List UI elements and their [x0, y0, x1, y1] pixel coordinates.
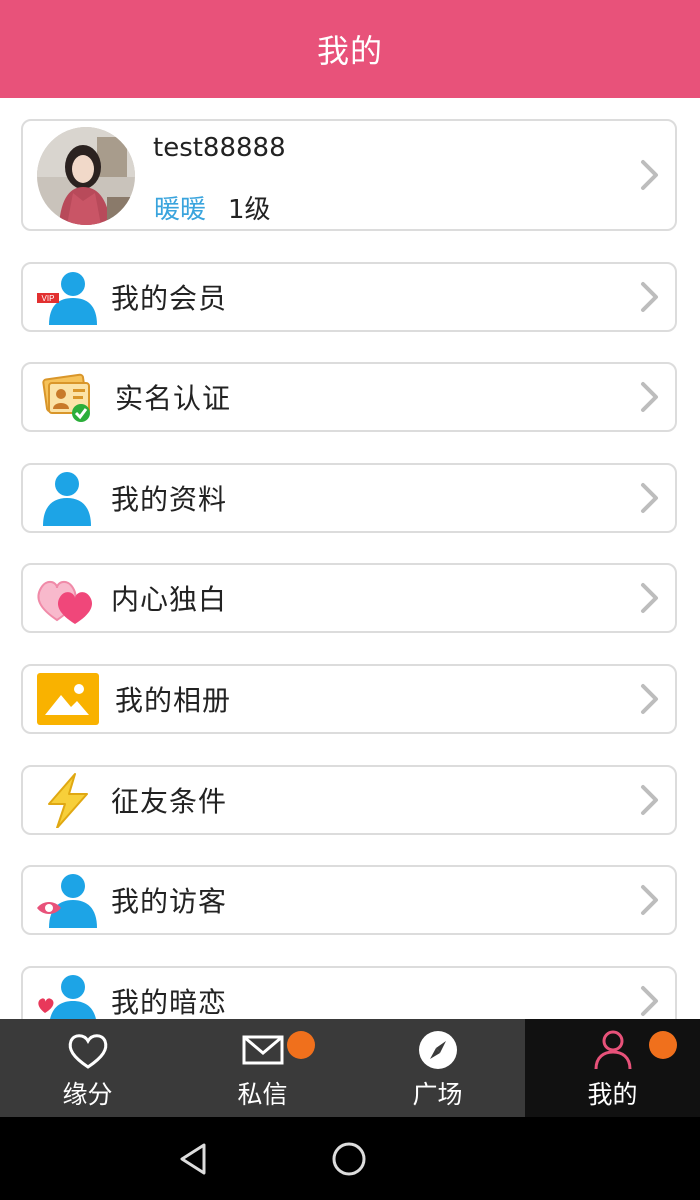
tab-label: 缘分 — [62, 1080, 113, 1109]
notification-badge — [287, 1031, 315, 1059]
menu-item-profile[interactable]: 我的资料 — [21, 463, 677, 533]
menu-item-id-verify[interactable]: 实名认证 — [21, 362, 677, 432]
menu-label: 实名认证 — [115, 382, 232, 415]
menu-item-partner-criteria[interactable]: 征友条件 — [21, 765, 677, 835]
menu-label: 我的资料 — [111, 483, 228, 516]
bottom-tab-bar: 缘分 私信 广场 我的 — [0, 1019, 700, 1117]
person-icon — [594, 1030, 631, 1070]
chevron-right-icon — [641, 986, 658, 1016]
menu-label: 征友条件 — [111, 785, 228, 818]
tab-label: 广场 — [412, 1080, 463, 1109]
menu-item-album[interactable]: 我的相册 — [21, 664, 677, 734]
nickname[interactable]: 暖暖 — [154, 189, 206, 226]
app-header: 我的 — [0, 0, 700, 98]
hearts-icon — [37, 581, 93, 624]
menu-label: 我的访客 — [111, 885, 228, 918]
user-level: 1级 — [228, 195, 271, 225]
lightning-icon — [48, 773, 88, 828]
svg-text:VIP: VIP — [42, 294, 55, 303]
mail-icon — [242, 1035, 283, 1065]
chevron-right-icon — [641, 583, 658, 613]
menu-label: 内心独白 — [111, 583, 228, 616]
menu-label: 我的相册 — [115, 684, 232, 717]
menu-label: 我的会员 — [111, 282, 228, 315]
profile-card[interactable]: test88888 暖暖 1级 — [21, 119, 677, 231]
notification-badge — [649, 1031, 677, 1059]
username: test88888 — [153, 133, 286, 163]
heart-outline-icon — [68, 1034, 107, 1069]
vip-user-icon: VIP — [37, 272, 97, 325]
content-area[interactable]: test88888 暖暖 1级 VIP 我的会员 实名认证 我的资料 内心独白 … — [0, 98, 700, 1019]
chevron-right-icon — [641, 885, 658, 915]
chevron-right-icon — [641, 282, 658, 312]
tab-label: 我的 — [587, 1080, 638, 1109]
home-icon[interactable] — [331, 1141, 367, 1177]
chevron-right-icon — [641, 785, 658, 815]
user-profile-icon — [43, 472, 91, 526]
system-nav-bar — [0, 1117, 700, 1200]
avatar[interactable] — [37, 127, 135, 225]
tab-messages[interactable]: 私信 — [175, 1019, 350, 1117]
crush-heart-icon — [38, 975, 96, 1019]
chevron-right-icon — [641, 684, 658, 714]
tab-mine[interactable]: 我的 — [525, 1019, 700, 1117]
page-title: 我的 — [316, 32, 383, 70]
menu-item-visitors[interactable]: 我的访客 — [21, 865, 677, 935]
menu-label: 我的暗恋 — [111, 986, 228, 1019]
tab-fate[interactable]: 缘分 — [0, 1019, 175, 1117]
visitor-eye-icon — [37, 874, 97, 928]
chevron-right-icon — [641, 483, 658, 513]
back-icon[interactable] — [176, 1141, 212, 1177]
menu-item-crush[interactable]: 我的暗恋 — [21, 966, 677, 1019]
chevron-right-icon — [641, 160, 658, 190]
chevron-right-icon — [641, 382, 658, 412]
tab-label: 私信 — [237, 1080, 288, 1109]
tab-square[interactable]: 广场 — [350, 1019, 525, 1117]
menu-item-monologue[interactable]: 内心独白 — [21, 563, 677, 633]
menu-item-vip[interactable]: VIP 我的会员 — [21, 262, 677, 332]
compass-icon — [418, 1031, 457, 1069]
id-verify-icon — [42, 373, 90, 422]
photo-album-icon — [37, 673, 99, 725]
